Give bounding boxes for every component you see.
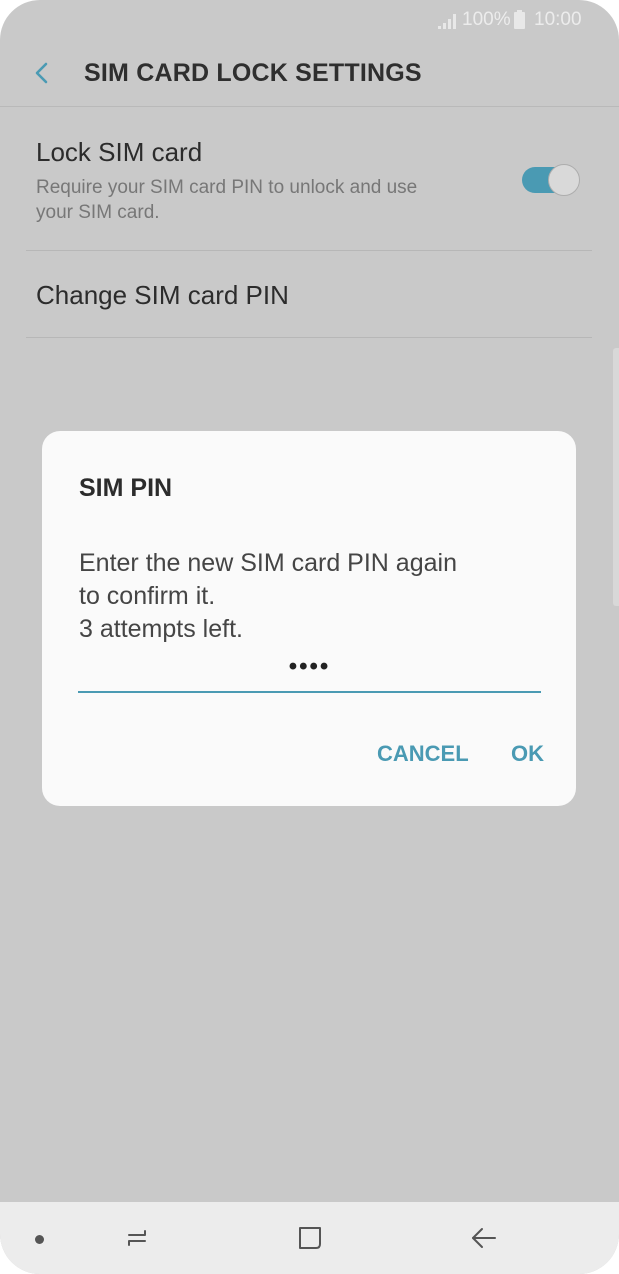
chevron-left-icon — [35, 62, 48, 84]
battery-percent: 100% — [462, 9, 511, 30]
dialog-title: SIM PIN — [79, 474, 173, 502]
dialog-message-line: Enter the new SIM card PIN again — [79, 549, 457, 577]
recents-icon[interactable] — [121, 1222, 153, 1254]
toggle-thumb — [548, 164, 580, 196]
dot-icon[interactable] — [35, 1235, 44, 1244]
phone-screen: 100% 10:00 SIM CARD LOCK SETTINGS Lock S… — [0, 0, 619, 1274]
dialog-message: Enter the new SIM card PIN again to conf… — [79, 547, 539, 646]
setting-title: Change SIM card PIN — [36, 280, 289, 310]
back-button[interactable] — [26, 56, 60, 90]
sim-pin-dialog: SIM PIN Enter the new SIM card PIN again… — [42, 431, 576, 806]
lock-sim-toggle[interactable] — [522, 164, 580, 196]
setting-title: Lock SIM card — [36, 137, 203, 167]
pin-input[interactable]: •••• — [78, 645, 541, 693]
battery-icon — [514, 10, 525, 29]
setting-description: Require your SIM card PIN to unlock and … — [36, 177, 418, 223]
signal-icon — [438, 14, 456, 29]
status-bar: 100% 10:00 — [0, 0, 619, 40]
cancel-button[interactable]: CANCEL — [377, 741, 469, 767]
back-arrow-icon[interactable] — [467, 1222, 499, 1254]
dialog-message-line: to confirm it. — [79, 582, 216, 610]
home-icon[interactable] — [294, 1222, 326, 1254]
clock: 10:00 — [534, 9, 582, 30]
app-bar: SIM CARD LOCK SETTINGS — [0, 40, 619, 107]
attempts-left-text: 3 attempts left. — [79, 615, 243, 643]
edge-panel-handle[interactable] — [613, 348, 619, 606]
lock-sim-card-setting[interactable]: Lock SIM card Require your SIM card PIN … — [0, 107, 619, 250]
ok-button[interactable]: OK — [511, 741, 544, 767]
pin-input-value: •••• — [288, 653, 331, 680]
navigation-bar — [0, 1202, 619, 1274]
divider — [26, 337, 592, 338]
page-title: SIM CARD LOCK SETTINGS — [84, 59, 422, 87]
change-sim-pin-setting[interactable]: Change SIM card PIN — [0, 251, 619, 337]
